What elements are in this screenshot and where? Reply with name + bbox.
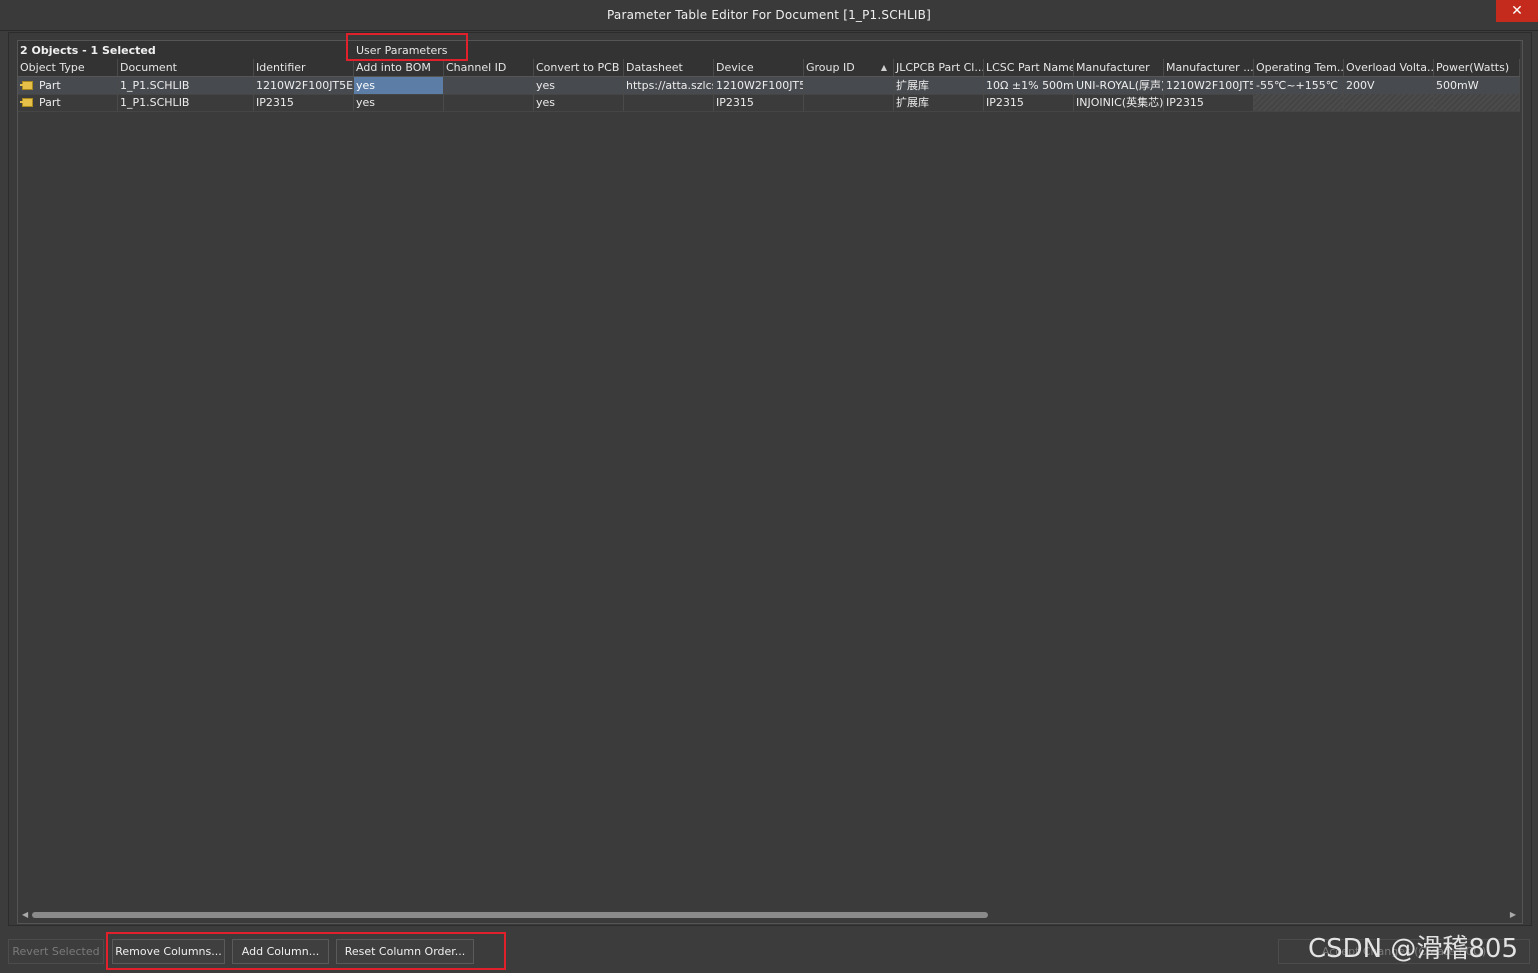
cell-group-id[interactable] <box>804 77 894 94</box>
revert-selected-button[interactable]: Revert Selected <box>8 939 104 964</box>
column-header-jlcpcb-part-cl[interactable]: JLCPCB Part Cl... <box>894 59 984 76</box>
cell-operating-tem[interactable] <box>1254 94 1344 111</box>
cell-convert-to-pcb[interactable]: yes <box>534 77 624 94</box>
cell-overload-volta[interactable] <box>1344 94 1434 111</box>
cell-jlcpcb-part-cl[interactable]: 扩展库 <box>894 94 984 111</box>
watermark: CSDN @滑稽805 <box>1308 934 1519 964</box>
group-header-row: 2 Objects - 1 Selected User Parameters <box>18 41 1520 60</box>
reset-column-order-button[interactable]: Reset Column Order... <box>336 939 474 964</box>
close-button[interactable]: ✕ <box>1496 0 1538 22</box>
object-type-label: Part <box>39 96 61 109</box>
column-header-document[interactable]: Document <box>118 59 254 76</box>
cell-identifier[interactable]: 1210W2F100JT5E <box>254 77 354 94</box>
cell-channel-id[interactable] <box>444 77 534 94</box>
scroll-left-arrow-icon[interactable]: ◀ <box>22 910 28 919</box>
column-header-power-watts[interactable]: Power(Watts) <box>1434 59 1520 76</box>
parameter-grid <box>17 40 1523 924</box>
cell-channel-id[interactable] <box>444 94 534 111</box>
column-header-add-into-bom[interactable]: Add into BOM <box>354 59 444 76</box>
part-icon <box>20 97 33 107</box>
cell-jlcpcb-part-cl[interactable]: 扩展库 <box>894 77 984 94</box>
cell-manufacturer[interactable]: INJOINIC(英集芯) <box>1074 94 1164 111</box>
cell-group-id[interactable] <box>804 94 894 111</box>
column-header-manufacturer[interactable]: Manufacturer <box>1074 59 1164 76</box>
column-header-overload-volta[interactable]: Overload Volta... <box>1344 59 1434 76</box>
column-header-datasheet[interactable]: Datasheet <box>624 59 714 76</box>
cell-overload-volta[interactable]: 200V <box>1344 77 1434 94</box>
cell-operating-tem[interactable]: -55℃~+155℃ <box>1254 77 1344 94</box>
add-column-button[interactable]: Add Column... <box>232 939 329 964</box>
cell-datasheet[interactable]: https://atta.szlcsc <box>624 77 714 94</box>
object-summary: 2 Objects - 1 Selected <box>20 44 156 57</box>
cell-power-watts[interactable]: 500mW <box>1434 77 1520 94</box>
window-title: Parameter Table Editor For Document [1_P… <box>607 8 931 22</box>
cell-document[interactable]: 1_P1.SCHLIB <box>118 94 254 111</box>
cell-identifier[interactable]: IP2315 <box>254 94 354 111</box>
column-header-channel-id[interactable]: Channel ID <box>444 59 534 76</box>
column-header-identifier[interactable]: Identifier <box>254 59 354 76</box>
cell-object-type[interactable]: Part <box>18 94 118 111</box>
cell-add-into-bom[interactable]: yes <box>354 77 444 94</box>
column-header-row: Object Type Document Identifier Add into BO… <box>18 59 1520 77</box>
cell-manufacturer[interactable]: 1210W2F100JT5E <box>1164 77 1254 94</box>
column-header-lcsc-part-name[interactable]: LCSC Part Name <box>984 59 1074 76</box>
part-icon <box>20 80 33 90</box>
column-header-manufacturer[interactable]: Manufacturer ... <box>1164 59 1254 76</box>
column-header-group-id[interactable]: Group ID ▲ <box>804 59 894 76</box>
scroll-right-arrow-icon[interactable]: ▶ <box>1510 910 1516 919</box>
title-bar: Parameter Table Editor For Document [1_P… <box>0 0 1538 31</box>
sort-ascending-icon: ▲ <box>880 63 887 72</box>
column-header-convert-to-pcb[interactable]: Convert to PCB <box>534 59 624 76</box>
column-header-device[interactable]: Device <box>714 59 804 76</box>
cell-power-watts[interactable] <box>1434 94 1520 111</box>
object-type-label: Part <box>39 79 61 92</box>
horizontal-scrollbar[interactable]: ◀ ▶ <box>18 910 1520 920</box>
scroll-thumb[interactable] <box>32 912 988 918</box>
remove-columns-button[interactable]: Remove Columns... <box>112 939 225 964</box>
cell-document[interactable]: 1_P1.SCHLIB <box>118 77 254 94</box>
column-header-operating-tem[interactable]: Operating Tem... <box>1254 59 1344 76</box>
column-header-object-type[interactable]: Object Type <box>18 59 118 76</box>
cell-lcsc-part-name[interactable]: IP2315 <box>984 94 1074 111</box>
cell-device[interactable]: IP2315 <box>714 94 804 111</box>
cell-datasheet[interactable] <box>624 94 714 111</box>
table-row[interactable]: Part 1_P1.SCHLIB IP2315 yes yes IP2315 扩展库 IP23… <box>18 94 1520 112</box>
cell-device[interactable]: 1210W2F100JT5E <box>714 77 804 94</box>
cell-add-into-bom[interactable]: yes <box>354 94 444 111</box>
cell-manufacturer[interactable]: IP2315 <box>1164 94 1254 111</box>
cell-lcsc-part-name[interactable]: 10Ω ±1% 500mW <box>984 77 1074 94</box>
cell-manufacturer[interactable]: UNI-ROYAL(厚声) <box>1074 77 1164 94</box>
cell-convert-to-pcb[interactable]: yes <box>534 94 624 111</box>
user-parameters-group-label: User Parameters <box>356 44 448 57</box>
table-row[interactable]: Part 1_P1.SCHLIB 1210W2F100JT5E yes yes https… <box>18 77 1520 95</box>
cell-object-type[interactable]: Part <box>18 77 118 94</box>
